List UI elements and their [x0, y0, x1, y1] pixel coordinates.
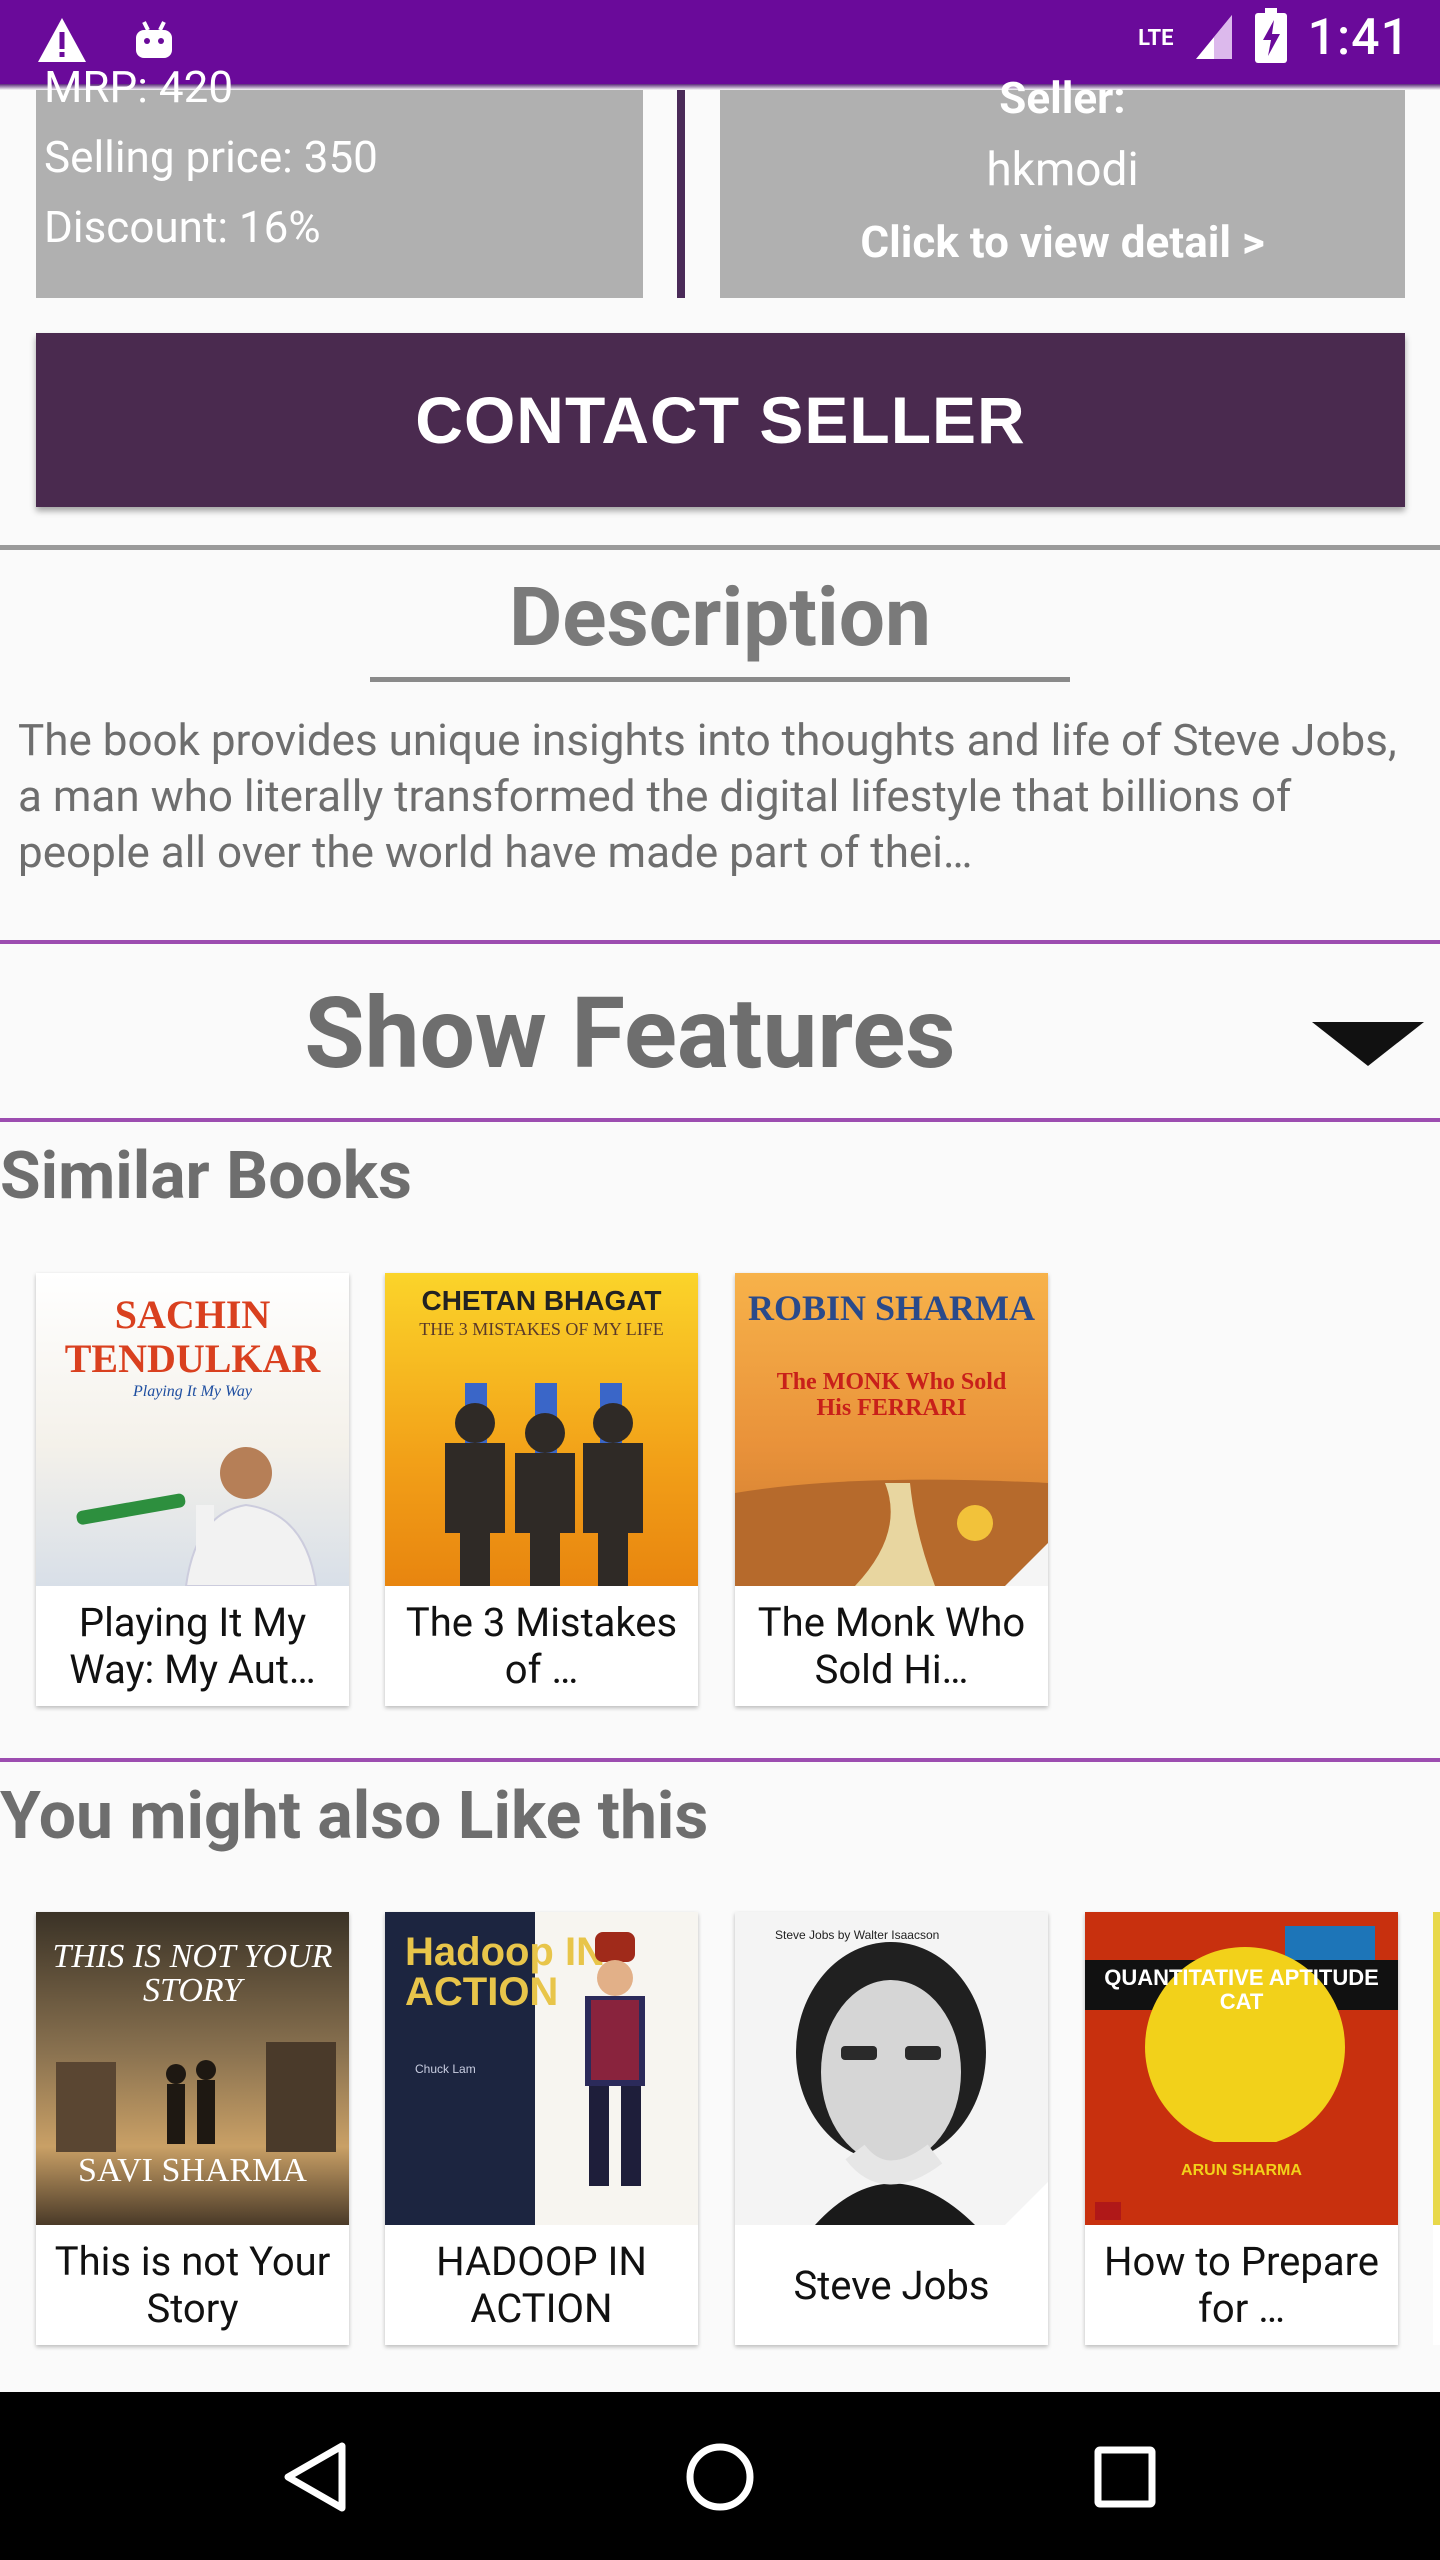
- discount-text: Discount: 16%: [44, 201, 321, 253]
- divider: [0, 545, 1440, 550]
- book-title: The 3 Mistakes of …: [405, 1599, 678, 1693]
- show-features-label: Show Features: [304, 976, 956, 1091]
- book-card[interactable]: Steve Jobs by Walter Isaacson Steve Jobs: [735, 1912, 1048, 2345]
- seller-label: Seller:: [999, 72, 1126, 124]
- selling-price-text: Selling price: 350: [44, 131, 378, 183]
- book-card[interactable]: Hadoop IN ACTION Chuck Lam HADOOP IN ACT…: [385, 1912, 698, 2345]
- seller-card[interactable]: Seller: hkmodi Click to view detail >: [720, 72, 1405, 298]
- signal-icon: [1194, 11, 1234, 65]
- home-button[interactable]: [675, 2432, 765, 2522]
- dropdown-arrow-icon[interactable]: [1312, 1022, 1424, 1066]
- battery-charging-icon: [1254, 8, 1288, 68]
- book-cover-image: Hadoop IN ACTION Chuck Lam: [385, 1912, 698, 2225]
- book-title: The Monk Who Sold Hi…: [757, 1599, 1026, 1693]
- book-cover-image: SACHIN TENDULKAR Playing It My Way: [36, 1273, 349, 1586]
- description-text: The book provides unique insights into t…: [18, 714, 1397, 878]
- similar-books-title: Similar Books: [0, 1138, 412, 1215]
- description-underline: [370, 677, 1070, 682]
- book-card[interactable]: CHETAN BHAGAT THE 3 MISTAKES OF MY LIFE …: [385, 1273, 698, 1706]
- book-card-partial[interactable]: [1433, 1912, 1440, 2345]
- book-cover-image: CHETAN BHAGAT THE 3 MISTAKES OF MY LIFE: [385, 1273, 698, 1586]
- book-card[interactable]: QUANTITATIVE APTITUDE CAT ARUN SHARMA Ho…: [1085, 1912, 1398, 2345]
- book-title: Steve Jobs: [793, 2261, 990, 2309]
- book-title: Playing It My Way: My Aut…: [69, 1599, 316, 1693]
- back-icon: [284, 2442, 346, 2512]
- show-features-toggle[interactable]: Show Features: [0, 948, 1440, 1118]
- view-seller-detail-link[interactable]: Click to view detail >: [720, 212, 1405, 272]
- divider: [0, 940, 1440, 944]
- book-cover-image: QUANTITATIVE APTITUDE CAT ARUN SHARMA: [1085, 1912, 1398, 2225]
- book-card[interactable]: ROBIN SHARMA The MONK Who Sold His FERRA…: [735, 1273, 1048, 1706]
- mrp-text: MRP: 420: [44, 61, 234, 113]
- contact-seller-button[interactable]: CONTACT SELLER: [36, 333, 1405, 507]
- clock: 1:41: [1307, 9, 1410, 67]
- back-button[interactable]: [270, 2432, 360, 2522]
- book-card[interactable]: SACHIN TENDULKAR Playing It My Way Playi…: [36, 1273, 349, 1706]
- price-card: MRP: 420 Selling price: 350 Discount: 16…: [36, 61, 643, 298]
- seller-name: hkmodi: [986, 143, 1139, 197]
- book-title: This is not Your Story: [54, 2238, 331, 2332]
- book-title: HADOOP IN ACTION: [436, 2238, 647, 2332]
- divider: [0, 1118, 1440, 1122]
- book-cover-image: Steve Jobs by Walter Isaacson: [735, 1912, 1048, 2225]
- navigation-bar: [0, 2392, 1440, 2560]
- book-card[interactable]: THIS IS NOT YOUR STORY SAVI SHARMA This …: [36, 1912, 349, 2345]
- book-title: How to Prepare for …: [1104, 2238, 1379, 2332]
- divider: [0, 1758, 1440, 1762]
- card-divider: [677, 90, 685, 298]
- book-cover-image: THIS IS NOT YOUR STORY SAVI SHARMA: [36, 1912, 349, 2225]
- also-like-title: You might also Like this: [0, 1778, 709, 1855]
- recents-button[interactable]: [1080, 2432, 1170, 2522]
- network-type: LTE: [1138, 25, 1174, 51]
- home-icon: [686, 2443, 754, 2511]
- description-title: Description: [509, 570, 931, 666]
- recents-icon: [1094, 2446, 1156, 2508]
- book-cover-image: ROBIN SHARMA The MONK Who Sold His FERRA…: [735, 1273, 1048, 1586]
